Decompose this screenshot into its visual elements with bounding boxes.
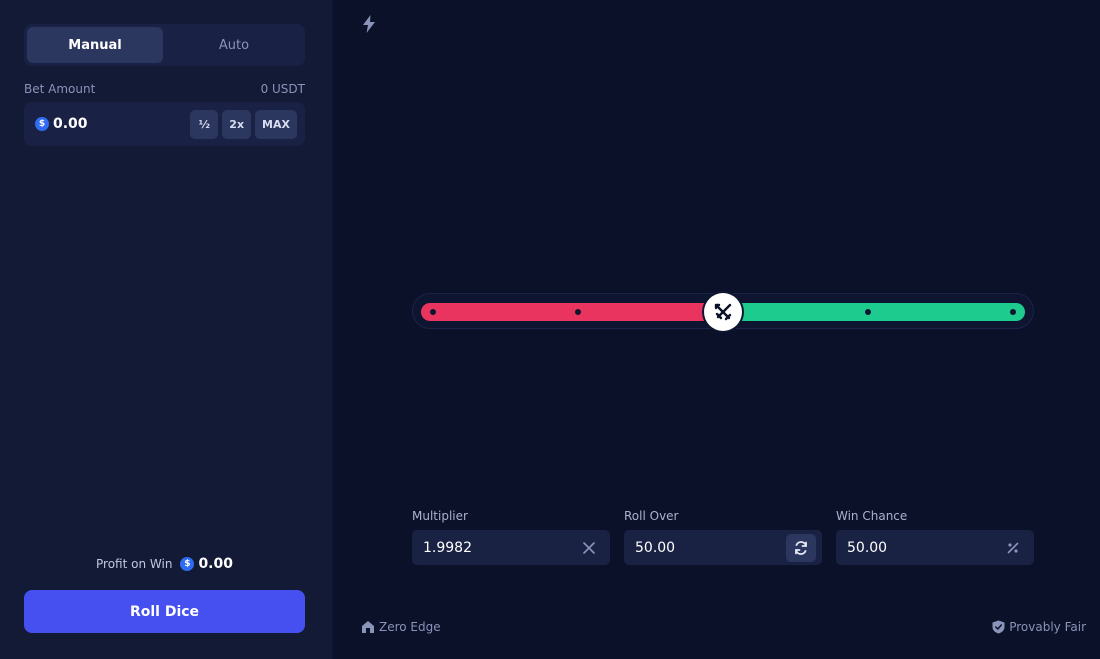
multiplier-label: Multiplier	[412, 509, 468, 523]
provably-fair-link[interactable]: Provably Fair	[992, 620, 1086, 634]
zero-edge-label: Zero Edge	[379, 620, 441, 634]
slider-handle[interactable]	[704, 293, 742, 331]
bet-amount-label: Bet Amount	[24, 82, 96, 96]
slider-tick	[1010, 309, 1016, 315]
win-chance-value[interactable]: 50.00	[847, 540, 998, 556]
dollar-coin-icon: $	[35, 117, 49, 131]
refresh-icon	[795, 540, 807, 555]
tab-auto[interactable]: Auto	[166, 27, 302, 63]
x-icon	[583, 541, 595, 554]
shield-check-icon	[992, 620, 1005, 634]
bet-amount-value[interactable]: 0.00	[53, 116, 186, 132]
lose-range-bar	[421, 303, 723, 321]
half-bet-button[interactable]: ½	[190, 109, 219, 139]
lightning-icon[interactable]	[362, 15, 376, 33]
profit-on-win: Profit on Win $ 0.00	[24, 556, 305, 572]
swords-icon	[714, 303, 732, 321]
slider-tick	[575, 309, 581, 315]
roll-over-input[interactable]: 50.00	[624, 530, 822, 565]
multiplier-value[interactable]: 1.9982	[423, 540, 574, 556]
win-chance-label: Win Chance	[836, 509, 908, 523]
multiplier-input[interactable]: 1.9982	[412, 530, 610, 565]
percent-indicator	[998, 534, 1028, 562]
swap-roll-button[interactable]	[786, 533, 816, 562]
win-chance-field-group: Win Chance 50.00	[836, 509, 1034, 565]
mode-toggle: Manual Auto	[24, 24, 305, 66]
bet-panel: Manual Auto Bet Amount 0 USDT $ 0.00 ½ 2…	[0, 0, 333, 659]
balance-display: 0 USDT	[260, 82, 305, 96]
multiplier-field-group: Multiplier 1.9982	[412, 509, 610, 565]
percent-icon	[1007, 542, 1019, 553]
win-chance-input[interactable]: 50.00	[836, 530, 1034, 565]
provably-fair-label: Provably Fair	[1009, 620, 1086, 634]
multiplier-x-button[interactable]	[574, 534, 604, 562]
roll-over-label: Roll Over	[624, 509, 679, 523]
max-bet-button[interactable]: MAX	[255, 109, 297, 139]
zero-edge-link[interactable]: Zero Edge	[361, 620, 441, 634]
profit-label: Profit on Win	[96, 557, 173, 571]
house-icon	[362, 621, 374, 633]
roll-over-value[interactable]: 50.00	[635, 540, 786, 556]
slider-tick	[865, 309, 871, 315]
double-bet-button[interactable]: 2x	[222, 109, 252, 139]
win-range-bar	[723, 303, 1025, 321]
bet-amount-header: Bet Amount 0 USDT	[24, 82, 305, 96]
roll-dice-button[interactable]: Roll Dice	[24, 590, 305, 633]
dollar-coin-icon: $	[180, 557, 195, 571]
dice-slider-track[interactable]	[412, 293, 1034, 331]
profit-value: 0.00	[198, 556, 233, 572]
roll-over-field-group: Roll Over 50.00	[624, 509, 822, 565]
tab-manual[interactable]: Manual	[27, 27, 163, 63]
slider-tick	[430, 309, 436, 315]
bet-amount-input[interactable]: $ 0.00 ½ 2x MAX	[24, 102, 305, 146]
